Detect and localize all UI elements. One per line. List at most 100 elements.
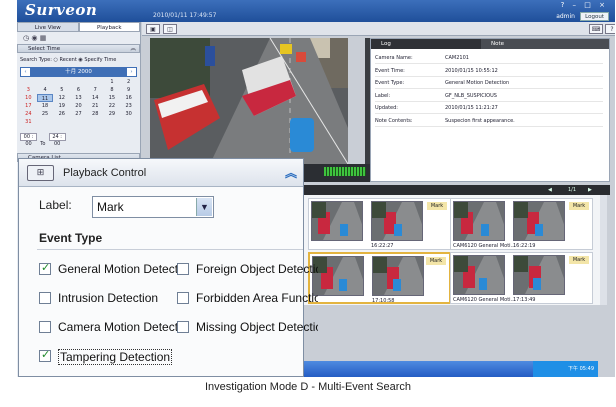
event-type-checkbox[interactable] (39, 348, 51, 362)
layout-icon[interactable]: ▣ (146, 24, 160, 34)
tab-log[interactable]: Log (371, 39, 481, 49)
calendar-day[interactable]: 27 (70, 110, 87, 118)
prev-month-icon[interactable]: ‹ (21, 68, 30, 76)
calendar-day[interactable]: 25 (37, 110, 54, 118)
select-time-header[interactable]: Select Time ︽ (17, 44, 140, 53)
calendar-day[interactable]: 24 (20, 110, 37, 118)
event-thumbnail-group[interactable]: 17:10:58 Mark (308, 252, 451, 304)
calendar-day[interactable]: 19 (53, 102, 70, 110)
calendar-day[interactable]: 11 (36, 94, 54, 102)
calendar-day[interactable]: 5 (53, 86, 70, 94)
event-type-checkbox[interactable] (177, 321, 189, 333)
event-type-option-label[interactable]: Intrusion Detection (58, 291, 180, 305)
event-thumbnails: 16:22:27 Mark CAM6120 General Moti... 16:22… (300, 195, 600, 305)
tab-playback[interactable]: Playback (78, 22, 140, 32)
calendar-day[interactable]: 7 (87, 86, 104, 94)
playback-progress[interactable] (324, 167, 366, 176)
calendar-day[interactable]: 10 (20, 94, 37, 102)
calendar-day[interactable]: 2 (120, 78, 137, 86)
label-select[interactable]: Mark ▼ (92, 196, 214, 218)
calendar-day[interactable]: 14 (87, 94, 104, 102)
eye-icon[interactable]: ◉ (31, 34, 37, 42)
calendar-day (87, 118, 104, 126)
close-icon[interactable]: × (599, 1, 605, 9)
calendar-day[interactable]: 15 (104, 94, 121, 102)
calendar-day[interactable]: 1 (104, 78, 121, 86)
event-snapshot[interactable] (513, 255, 565, 295)
divider (37, 249, 303, 250)
event-thumbnail-group[interactable]: CAM6120 General Moti... 17:13:49 Mark (450, 252, 593, 304)
next-month-icon[interactable]: › (127, 68, 136, 76)
event-type-option-label[interactable]: Foreign Object Detection (196, 262, 318, 276)
calendar-day[interactable]: 21 (87, 102, 104, 110)
event-thumbnail-group[interactable]: CAM6120 General Moti... 16:22:19 Mark (450, 198, 593, 250)
next-page-icon[interactable]: ▶ (588, 185, 592, 195)
event-snapshot[interactable] (453, 201, 505, 241)
event-snapshot[interactable] (311, 201, 363, 241)
calendar-day[interactable]: 20 (70, 102, 87, 110)
minimize-icon[interactable]: – (573, 1, 577, 9)
help-button-icon[interactable]: ? (605, 24, 615, 34)
event-snapshot[interactable] (453, 255, 505, 295)
clock-icon[interactable]: ◷ (23, 34, 29, 42)
time-from-field[interactable]: 00 : 00 (20, 133, 37, 147)
thumbnail-scrollbar[interactable] (600, 195, 607, 305)
search-type-row: Search Type: ○ Recent ◉ Specify Time (17, 53, 140, 67)
snapshot-icon[interactable]: ◫ (163, 24, 177, 34)
event-type-option-label[interactable]: Tampering Detection (58, 349, 173, 365)
tab-live-view[interactable]: Live View (17, 22, 79, 32)
event-type-option-label[interactable]: Forbidden Area Function (196, 291, 318, 305)
event-type-checkbox[interactable] (39, 261, 51, 275)
event-type-checkbox[interactable] (39, 321, 51, 333)
prev-page-icon[interactable]: ◀ (548, 185, 552, 195)
keyboard-icon[interactable]: ⌨ (589, 24, 603, 34)
filter-icon[interactable]: ▦ (40, 34, 47, 42)
tab-note[interactable]: Note (481, 39, 591, 49)
calendar-day[interactable]: 30 (120, 110, 137, 118)
calendar-day[interactable]: 23 (120, 102, 137, 110)
mark-badge: Mark (427, 202, 447, 210)
radio-recent[interactable]: ○ (54, 57, 58, 63)
log-row: Label: GF_NLB_SUSPICIOUS (375, 91, 603, 102)
maximize-icon[interactable]: □ (584, 1, 591, 9)
event-thumbnail-group[interactable]: 16:22:27 Mark (308, 198, 451, 250)
chevron-down-icon[interactable]: ▼ (196, 198, 212, 216)
event-snapshot[interactable] (513, 201, 565, 241)
calendar-day[interactable]: 26 (53, 110, 70, 118)
calendar-day[interactable]: 4 (37, 86, 54, 94)
calendar-day[interactable]: 31 (20, 118, 37, 126)
calendar-day[interactable]: 6 (70, 86, 87, 94)
event-type-checkbox[interactable] (39, 292, 51, 304)
calendar-day[interactable]: 9 (120, 86, 137, 94)
logout-button[interactable]: Logout (580, 12, 609, 21)
calendar-day[interactable]: 12 (53, 94, 70, 102)
calendar-day[interactable]: 13 (70, 94, 87, 102)
calendar-day[interactable]: 3 (20, 86, 37, 94)
event-snapshot[interactable] (372, 256, 424, 296)
event-type-checkbox[interactable] (177, 292, 189, 304)
calendar-day[interactable]: 22 (104, 102, 121, 110)
event-type-checkbox[interactable] (177, 263, 189, 275)
event-type-option-label[interactable]: General Motion Detection (58, 262, 180, 276)
calendar-day[interactable]: 29 (104, 110, 121, 118)
radio-specify-time-label: Specify Time (84, 57, 117, 63)
calendar-day[interactable]: 16 (120, 94, 137, 102)
event-type-option-label[interactable]: Missing Object Detection (196, 320, 318, 334)
collapse-up-icon[interactable]: ︽ (285, 164, 297, 181)
event-type-option-label[interactable]: Camera Motion Detection (58, 320, 180, 334)
video-frame[interactable] (150, 38, 348, 164)
collapse-icon[interactable]: ︽ (130, 45, 136, 53)
log-key: Note Contents: (375, 117, 413, 124)
calendar-day[interactable]: 18 (37, 102, 54, 110)
event-snapshot[interactable] (312, 256, 364, 296)
calendar-day[interactable]: 8 (104, 86, 121, 94)
radio-specify-time[interactable]: ◉ (78, 57, 82, 63)
time-to-field[interactable]: 24 : 00 (48, 133, 66, 147)
event-snapshot[interactable] (371, 201, 423, 241)
help-icon[interactable]: ? (561, 1, 565, 9)
calendar-day[interactable]: 17 (20, 102, 37, 110)
playback-control-header[interactable]: ⊞ Playback Control ︽ (19, 159, 303, 187)
calendar-day[interactable]: 28 (87, 110, 104, 118)
calendar-day (104, 118, 121, 126)
log-row: Event Time: 2010/01/15 10:55:12 (375, 66, 603, 77)
